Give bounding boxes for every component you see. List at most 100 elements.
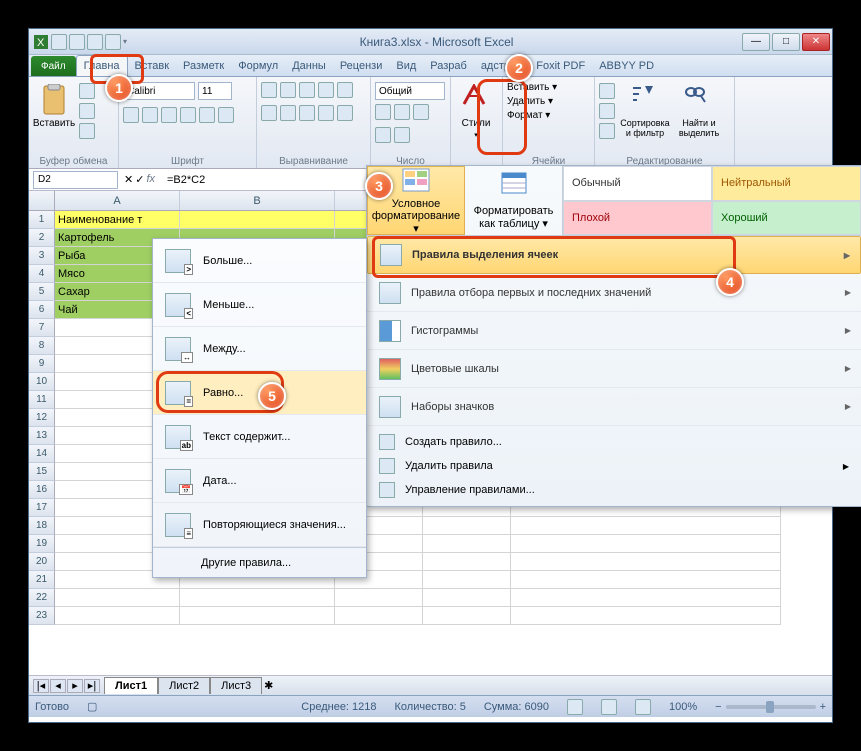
row-header[interactable]: 7 [29, 319, 55, 337]
cancel-formula-icon[interactable]: ✕ [124, 173, 133, 186]
row-header[interactable]: 13 [29, 427, 55, 445]
clear-rules-item[interactable]: Удалить правила▶ [367, 454, 861, 478]
between-item[interactable]: ↔Между... [153, 327, 366, 371]
paste-button[interactable]: Вставить [33, 79, 75, 145]
qat-dropdown-icon[interactable]: ▾ [123, 37, 127, 46]
styles-button[interactable]: Стили ▾ [455, 79, 497, 145]
cell[interactable] [511, 589, 781, 607]
row-header[interactable]: 19 [29, 535, 55, 553]
bold-icon[interactable] [123, 107, 139, 123]
sheet-nav-next[interactable]: ▸ [67, 679, 83, 693]
tab-view[interactable]: Вид [389, 56, 423, 76]
row-header[interactable]: 18 [29, 517, 55, 535]
fill-color-icon[interactable] [199, 107, 215, 123]
tab-data[interactable]: Данны [285, 56, 333, 76]
cell-style-neutral[interactable]: Нейтральный [712, 166, 861, 201]
tab-developer[interactable]: Разраб [423, 56, 474, 76]
cell[interactable] [423, 589, 511, 607]
tab-abbyy[interactable]: ABBYY PD [592, 56, 661, 76]
align-left-icon[interactable] [261, 105, 277, 121]
cells-format-button[interactable]: Формат ▾ [507, 110, 550, 121]
sheet-tab-3[interactable]: Лист3 [210, 677, 262, 694]
row-header[interactable]: 9 [29, 355, 55, 373]
dec-decimal-icon[interactable] [394, 127, 410, 143]
wrap-text-icon[interactable] [337, 82, 353, 98]
zoom-out-button[interactable]: − [715, 701, 721, 713]
sheet-nav-prev[interactable]: ◂ [50, 679, 66, 693]
name-box[interactable]: D2 [33, 171, 118, 189]
minimize-button[interactable]: — [742, 33, 770, 51]
font-size-combo[interactable]: 11 [198, 82, 232, 100]
maximize-button[interactable]: □ [772, 33, 800, 51]
row-header[interactable]: 21 [29, 571, 55, 589]
view-layout-icon[interactable] [601, 699, 617, 715]
row-header[interactable]: 10 [29, 373, 55, 391]
sort-filter-button[interactable]: Сортировка и фильтр [619, 79, 671, 145]
row-header[interactable]: 15 [29, 463, 55, 481]
align-top-icon[interactable] [261, 82, 277, 98]
cell[interactable] [511, 535, 781, 553]
align-right-icon[interactable] [299, 105, 315, 121]
format-painter-icon[interactable] [79, 123, 95, 139]
cell[interactable] [511, 553, 781, 571]
more-rules-item[interactable]: Другие правила... [153, 547, 366, 577]
cell[interactable] [55, 607, 180, 625]
italic-icon[interactable] [142, 107, 158, 123]
view-normal-icon[interactable] [567, 699, 583, 715]
tab-home[interactable]: Главна [76, 55, 128, 76]
select-all-corner[interactable] [29, 191, 55, 210]
row-header[interactable]: 22 [29, 589, 55, 607]
cell[interactable] [511, 571, 781, 589]
sheet-tab-1[interactable]: Лист1 [104, 677, 158, 694]
zoom-level[interactable]: 100% [669, 701, 697, 713]
fill-icon[interactable] [599, 103, 615, 119]
fx-icon[interactable]: fx [146, 173, 155, 186]
data-bars-item[interactable]: Гистограммы ▶ [367, 312, 861, 350]
cell[interactable] [180, 607, 335, 625]
find-select-button[interactable]: Найти и выделить [675, 79, 723, 145]
tab-layout[interactable]: Разметк [176, 56, 231, 76]
save-icon[interactable] [51, 34, 67, 50]
merge-icon[interactable] [337, 105, 353, 121]
tab-insert[interactable]: Вставк [128, 56, 177, 76]
duplicate-values-item[interactable]: ≡Повторяющиеся значения... [153, 503, 366, 547]
row-header[interactable]: 3 [29, 247, 55, 265]
currency-icon[interactable] [375, 104, 391, 120]
format-as-table-button[interactable]: Форматировать как таблицу ▾ [465, 166, 563, 235]
new-sheet-button[interactable]: ✱ [264, 679, 282, 692]
zoom-slider[interactable] [726, 705, 816, 709]
row-header[interactable]: 6 [29, 301, 55, 319]
autosum-icon[interactable] [599, 83, 615, 99]
cell[interactable] [180, 589, 335, 607]
row-header[interactable]: 17 [29, 499, 55, 517]
redo-icon[interactable] [87, 34, 103, 50]
cell-style-good[interactable]: Хороший [712, 201, 861, 236]
indent-dec-icon[interactable] [318, 105, 334, 121]
tab-foxit[interactable]: Foxit PDF [529, 56, 592, 76]
manage-rules-item[interactable]: Управление правилами... [367, 478, 861, 502]
cell[interactable] [423, 571, 511, 589]
comma-icon[interactable] [413, 104, 429, 120]
font-name-combo[interactable]: Calibri [123, 82, 195, 100]
less-than-item[interactable]: <Меньше... [153, 283, 366, 327]
row-header[interactable]: 14 [29, 445, 55, 463]
row-header[interactable]: 20 [29, 553, 55, 571]
tab-file[interactable]: Файл [31, 56, 76, 76]
tab-review[interactable]: Рецензи [333, 56, 390, 76]
cell[interactable] [423, 553, 511, 571]
align-bottom-icon[interactable] [299, 82, 315, 98]
greater-than-item[interactable]: >Больше... [153, 239, 366, 283]
row-header[interactable]: 16 [29, 481, 55, 499]
sheet-tab-2[interactable]: Лист2 [158, 677, 210, 694]
row-header[interactable]: 5 [29, 283, 55, 301]
enter-formula-icon[interactable]: ✓ [135, 173, 144, 186]
cell[interactable] [180, 211, 335, 229]
cell[interactable] [423, 607, 511, 625]
row-header[interactable]: 12 [29, 409, 55, 427]
cells-delete-button[interactable]: Удалить ▾ [507, 96, 553, 107]
sheet-nav-first[interactable]: |◂ [33, 679, 49, 693]
copy-icon[interactable] [79, 103, 95, 119]
view-pagebreak-icon[interactable] [635, 699, 651, 715]
align-middle-icon[interactable] [280, 82, 296, 98]
undo-icon[interactable] [69, 34, 85, 50]
